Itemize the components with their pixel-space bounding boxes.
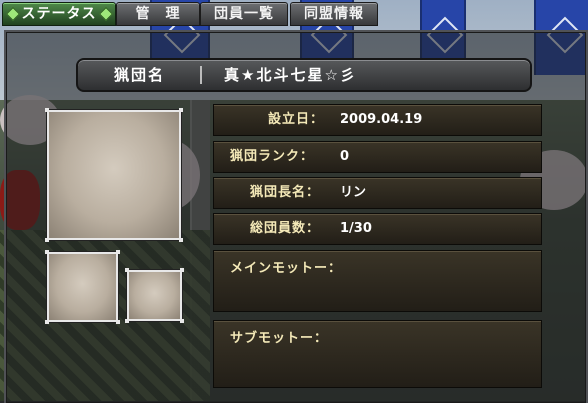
tab-member-list[interactable]: 団員一覧: [200, 2, 288, 26]
diamond-icon: [5, 6, 20, 22]
tab-status[interactable]: ステータス: [2, 2, 116, 26]
sub-motto-box: サブモットー：: [213, 320, 542, 388]
divider: [200, 66, 202, 84]
emblem-slot-small[interactable]: [45, 250, 120, 324]
member-count-value: 1/30: [340, 221, 372, 236]
tab-alliance-info[interactable]: 同盟情報: [290, 2, 378, 26]
guild-name: 真★北斗七星☆彡: [224, 66, 357, 84]
guild-rank-value: 0: [340, 149, 350, 164]
main-motto-box: メインモットー：: [213, 250, 542, 312]
tab-bar: ステータス 管 理 団員一覧 同盟情報: [0, 0, 400, 27]
leader-label: 猟団長名：: [250, 185, 321, 200]
sub-motto-label: サブモットー：: [230, 331, 329, 346]
guild-rank-label: 猟団ランク：: [230, 149, 315, 164]
guild-name-bar: 猟団名 真★北斗七星☆彡: [76, 58, 532, 92]
member-count-label: 総団員数：: [250, 221, 321, 236]
founded-date-value: 2009.04.19: [340, 112, 423, 127]
emblem-slot-small[interactable]: [125, 268, 184, 323]
diamond-icon: [98, 6, 113, 22]
leader-row: 猟団長名： リン: [213, 177, 542, 209]
founded-date-label: 設立日：: [268, 112, 325, 127]
main-motto-label: メインモットー：: [230, 261, 343, 276]
tab-manage[interactable]: 管 理: [116, 2, 200, 26]
member-count-row: 総団員数： 1/30: [213, 213, 542, 245]
guild-rank-row: 猟団ランク： 0: [213, 141, 542, 173]
leader-value: リン: [340, 185, 367, 200]
founded-date-row: 設立日： 2009.04.19: [213, 104, 542, 136]
guild-name-label: 猟団名: [114, 66, 166, 84]
emblem-slot-large[interactable]: [45, 108, 183, 242]
